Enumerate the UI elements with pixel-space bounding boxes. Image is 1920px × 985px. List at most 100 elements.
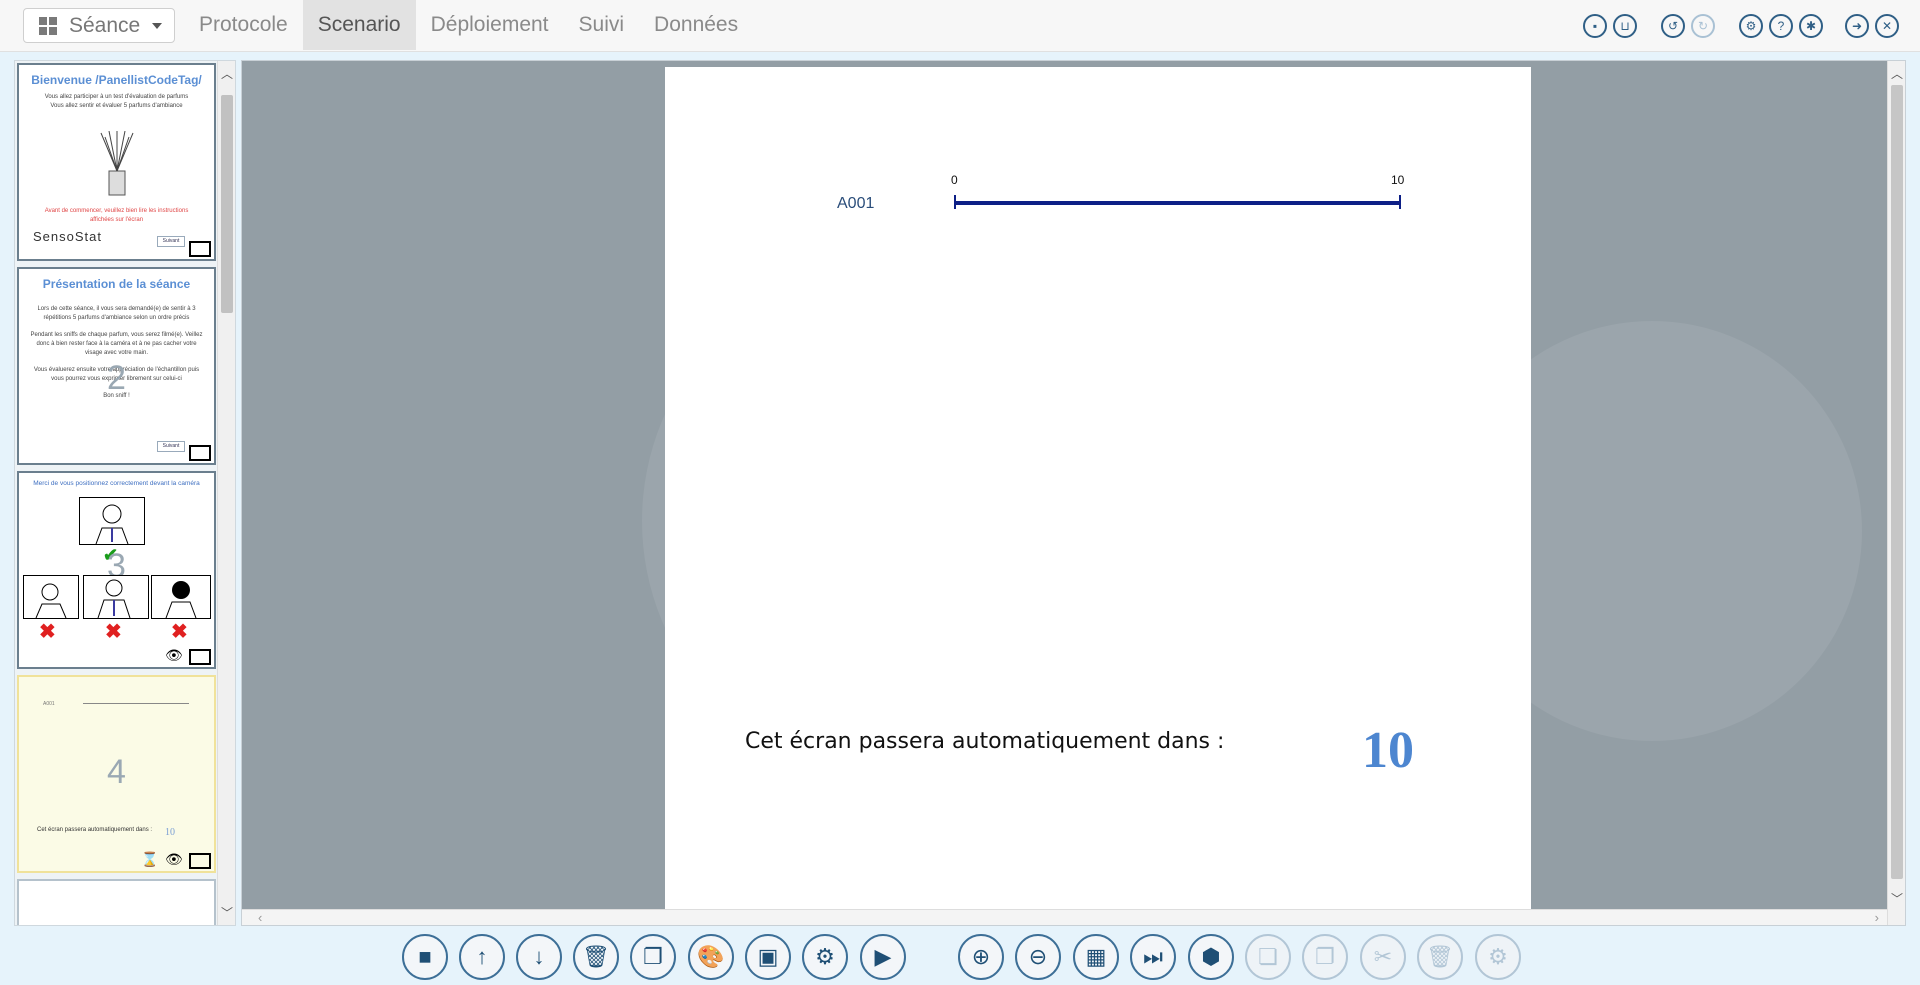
cubes-icon: ⬢	[1201, 944, 1221, 969]
zoom-out-icon: ⊖	[1028, 944, 1048, 969]
slide-thumbnail-4[interactable]: A001 4 Cet écran passera automatiquement…	[17, 675, 216, 873]
copy-icon: ❐	[643, 944, 663, 969]
scissors-icon: ✂	[1373, 944, 1393, 969]
scroll-up-icon[interactable]: ︿	[1891, 65, 1903, 82]
sample-label: A001	[837, 195, 875, 212]
slide-thumbnails-panel[interactable]: Bienvenue /PanellistCodeTag/ Vous allez …	[14, 60, 236, 926]
slide-4-scale-line	[83, 703, 189, 704]
settings-share-icon[interactable]: ⚙	[1739, 14, 1763, 38]
eye-icon[interactable]: 👁	[165, 647, 183, 664]
arrow-up-icon: ↑	[476, 944, 488, 969]
slide-4-auto-text: Cet écran passera automatiquement dans :	[37, 827, 153, 833]
settings-button[interactable]: ⚙	[802, 934, 848, 980]
play-button[interactable]: ▶	[860, 934, 906, 980]
scale-min-label: 0	[951, 173, 958, 187]
delete-slide-button[interactable]: 🗑	[573, 934, 619, 980]
slide-editor-canvas[interactable]: A001 0 10 Cet écran passera automatiquem…	[241, 60, 1906, 926]
tab-donnees[interactable]: Données	[639, 0, 753, 50]
refresh-frame-icon[interactable]	[189, 853, 211, 869]
stop-icon: ■	[418, 944, 432, 969]
slide-thumbnail-3[interactable]: Merci de vous positionnez correctement d…	[17, 471, 216, 669]
stop-button[interactable]: ■	[402, 934, 448, 980]
rating-scale[interactable]	[955, 201, 1401, 205]
tab-suivi[interactable]: Suivi	[564, 0, 640, 50]
bottom-toolbar: ■ ↑ ↓ 🗑 ❐ 🎨 ▣ ⚙ ▶ ⊕ ⊖ ▦ ⏭ ⬢ ❏ ❐ ✂ 🗑 ⚙	[0, 928, 1920, 985]
save-icon[interactable]: ▪	[1583, 14, 1607, 38]
slide-4-sample-label: A001	[43, 701, 55, 707]
slide-thumbnail-5[interactable]	[17, 879, 216, 925]
settings-disabled-icon: ⚙	[1488, 944, 1508, 969]
tool-actions: ⚙ ? ✱	[1739, 14, 1823, 38]
slide-2-paragraph-2: Pendant les sniffs de chaque parfum, vou…	[30, 332, 203, 356]
tab-deploiement[interactable]: Déploiement	[416, 0, 564, 50]
undo-icon[interactable]: ↺	[1661, 14, 1685, 38]
slide-3-title: Merci de vous positionnez correctement d…	[33, 480, 200, 487]
skip-end-button[interactable]: ⏭	[1130, 934, 1176, 980]
slide-thumbnail-1[interactable]: Bienvenue /PanellistCodeTag/ Vous allez …	[17, 63, 216, 261]
components-button[interactable]: ⬢	[1188, 934, 1234, 980]
eye-icon[interactable]: 👁	[165, 851, 183, 868]
slide-2-paragraph-1: Lors de cette séance, il vous sera deman…	[37, 306, 196, 321]
slide-1-red-2: affichées sur l'écran	[89, 217, 144, 223]
tab-protocole[interactable]: Protocole	[184, 0, 303, 50]
grid-view-button[interactable]: ▦	[1073, 934, 1119, 980]
slide-4-countdown: 10	[165, 827, 175, 838]
tab-scenario[interactable]: Scenario	[302, 0, 416, 50]
bug-icon[interactable]: ✱	[1799, 14, 1823, 38]
slide-2-title: Présentation de la séance	[42, 277, 191, 291]
cut-button[interactable]: ✂	[1360, 934, 1406, 980]
scale-max-label: 10	[1391, 173, 1405, 187]
scale-max-tick	[1399, 195, 1401, 209]
top-navigation-bar: Séance Protocole Scenario Déploiement Su…	[0, 0, 1920, 52]
cross-icon: ✖	[171, 621, 188, 643]
arrow-down-icon: ↓	[533, 944, 545, 969]
zoom-out-button[interactable]: ⊖	[1015, 934, 1061, 980]
canvas-horizontal-scrollbar[interactable]: ‹ ›	[242, 909, 1905, 925]
window-actions: ➜ ✕	[1845, 14, 1899, 38]
scroll-down-icon[interactable]: ﹀	[1891, 890, 1903, 907]
cross-icon: ✖	[39, 621, 56, 643]
image-button[interactable]: ▣	[745, 934, 791, 980]
camera-face-hand-image	[83, 575, 149, 619]
logout-icon[interactable]: ➜	[1845, 14, 1869, 38]
duplicate-icon: ❐	[1315, 944, 1335, 969]
grid-icon	[39, 16, 57, 35]
skip-end-icon: ⏭	[1143, 944, 1163, 969]
slide-2-next-button: Suivant	[157, 441, 185, 452]
hourglass-icon[interactable]: ⌛	[141, 851, 158, 868]
scrollbar-thumb[interactable]	[1891, 85, 1903, 879]
scroll-right-icon[interactable]: ›	[1875, 910, 1879, 925]
scroll-down-icon[interactable]: ﹀	[221, 904, 233, 921]
redo-icon[interactable]: ↻	[1691, 14, 1715, 38]
zoom-in-button[interactable]: ⊕	[958, 934, 1004, 980]
element-settings-button[interactable]: ⚙	[1475, 934, 1521, 980]
paste-button[interactable]: ❏	[1245, 934, 1291, 980]
canvas-vertical-scrollbar[interactable]: ︿ ﹀	[1887, 61, 1905, 925]
scroll-left-icon[interactable]: ‹	[258, 910, 262, 925]
chevron-down-icon	[152, 22, 163, 29]
settings-icon: ⚙	[815, 944, 835, 969]
slide-page[interactable]: A001 0 10 Cet écran passera automatiquem…	[665, 67, 1531, 911]
copy-slide-button[interactable]: ❐	[630, 934, 676, 980]
seance-dropdown-button[interactable]: Séance	[23, 8, 175, 43]
sensostat-logo: SensoStat	[33, 229, 102, 244]
scroll-up-icon[interactable]: ︿	[221, 65, 233, 82]
unlock-icon[interactable]: ⊔	[1613, 14, 1637, 38]
slide-1-frame-icon	[189, 241, 211, 257]
slide-1-red-1: Avant de commencer, veuillez bien lire l…	[44, 208, 189, 214]
help-icon[interactable]: ?	[1769, 14, 1793, 38]
move-down-button[interactable]: ↓	[516, 934, 562, 980]
close-window-icon[interactable]: ✕	[1875, 14, 1899, 38]
play-icon: ▶	[874, 944, 892, 969]
refresh-frame-icon[interactable]	[189, 649, 211, 665]
thumbnails-scrollbar[interactable]: ︿ ﹀	[217, 61, 235, 925]
paste-icon: ❏	[1258, 944, 1278, 969]
scrollbar-thumb[interactable]	[221, 95, 233, 313]
theme-button[interactable]: 🎨	[688, 934, 734, 980]
slide-thumbnail-2[interactable]: Présentation de la séance Lors de cette …	[17, 267, 216, 465]
duplicate-button[interactable]: ❐	[1302, 934, 1348, 980]
delete-element-button[interactable]: 🗑	[1417, 934, 1463, 980]
slide-2-frame-icon	[189, 445, 211, 461]
move-up-button[interactable]: ↑	[459, 934, 505, 980]
zoom-in-icon: ⊕	[971, 944, 991, 969]
